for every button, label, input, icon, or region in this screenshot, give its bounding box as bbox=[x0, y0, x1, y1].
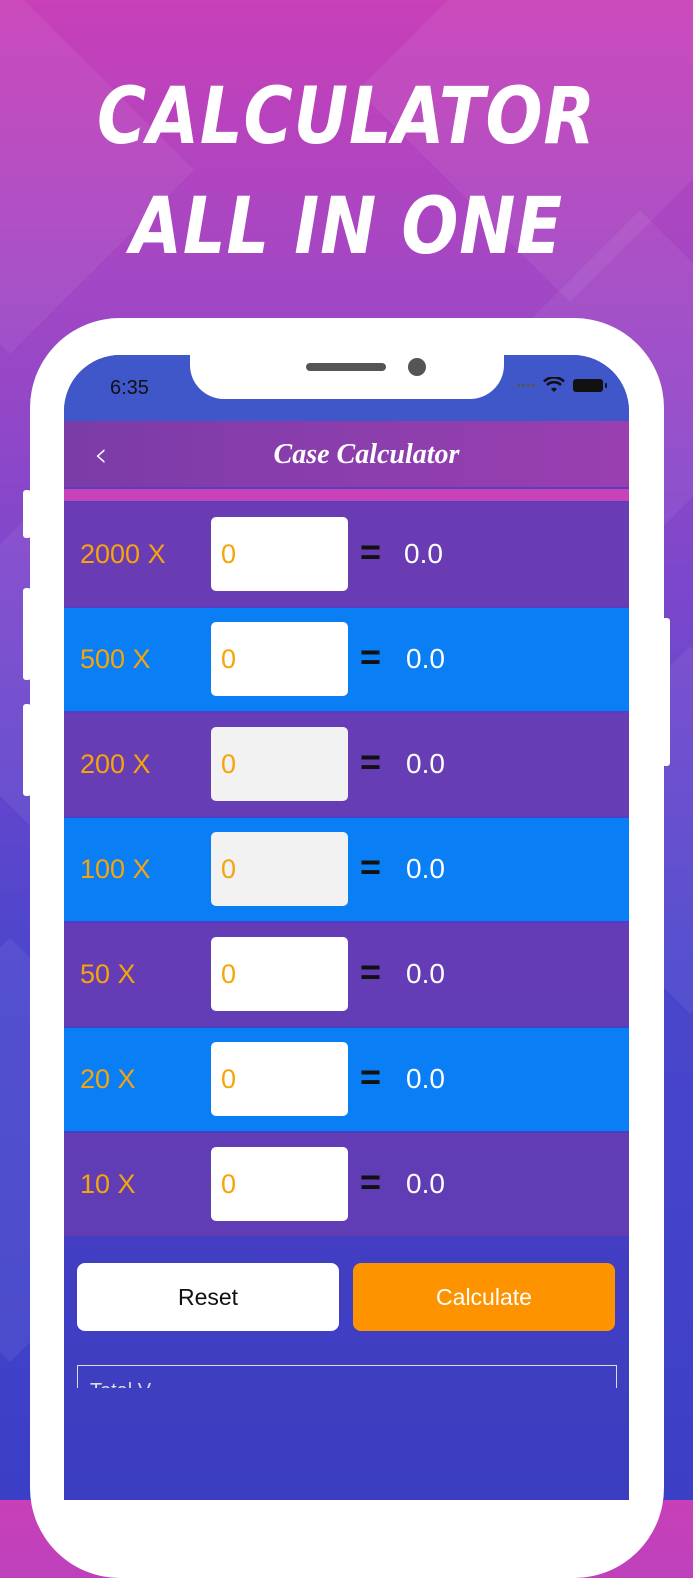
phone-side-button bbox=[23, 704, 31, 796]
total-value-box: Total V... bbox=[77, 1365, 617, 1388]
count-input[interactable]: 0 bbox=[211, 622, 348, 696]
row-result: 0.0 bbox=[406, 958, 445, 989]
count-input[interactable]: 0 bbox=[211, 1147, 348, 1221]
equals-sign: = bbox=[360, 951, 382, 992]
multiplier-label: 100 X bbox=[80, 854, 151, 884]
multiplier-label: 10 X bbox=[80, 1169, 136, 1199]
count-input[interactable]: 0 bbox=[211, 1042, 348, 1116]
row-result: 0.0 bbox=[404, 538, 443, 569]
front-camera bbox=[408, 358, 426, 376]
calculate-button[interactable]: Calculate bbox=[353, 1263, 615, 1331]
navigation-bar: ‹ Case Calculator bbox=[64, 421, 629, 487]
row-result: 0.0 bbox=[406, 853, 445, 884]
phone-notch bbox=[190, 355, 504, 399]
page-title: Case Calculator bbox=[273, 439, 460, 470]
total-label: Total V... bbox=[90, 1380, 166, 1388]
phone-screen: 6:35 ‹ Case Calculator 2000 X 0 = 0.0 50… bbox=[64, 355, 629, 1500]
row-result: 0.0 bbox=[406, 1168, 445, 1199]
phone-power-button bbox=[662, 618, 670, 766]
battery-icon bbox=[573, 378, 607, 392]
equals-sign: = bbox=[360, 1161, 382, 1202]
phone-side-button bbox=[23, 588, 31, 680]
equals-sign: = bbox=[360, 531, 382, 572]
multiplier-label: 200 X bbox=[80, 749, 151, 779]
wifi-icon bbox=[543, 377, 565, 392]
reset-button[interactable]: Reset bbox=[77, 1263, 339, 1331]
equals-sign: = bbox=[360, 741, 382, 782]
denomination-row: 2000 X 0 = 0.0 bbox=[64, 503, 629, 606]
denomination-row: 10 X 0 = 0.0 bbox=[64, 1133, 629, 1236]
count-input[interactable]: 0 bbox=[211, 937, 348, 1011]
denomination-row: 50 X 0 = 0.0 bbox=[64, 923, 629, 1026]
status-time: 6:35 bbox=[110, 377, 149, 399]
multiplier-label: 20 X bbox=[80, 1064, 136, 1094]
multiplier-label: 2000 X bbox=[80, 539, 166, 569]
denomination-row: 500 X 0 = 0.0 bbox=[64, 608, 629, 711]
promo-headline: CALCULATOR ALL IN ONE bbox=[49, 62, 645, 282]
denomination-row: 200 X 0 = 0.0 bbox=[64, 713, 629, 816]
status-icons bbox=[517, 377, 607, 393]
phone-side-button bbox=[23, 490, 31, 538]
header-divider bbox=[64, 489, 629, 501]
count-input[interactable]: 0 bbox=[211, 832, 348, 906]
signal-icon bbox=[517, 383, 535, 387]
denomination-list: 2000 X 0 = 0.0 500 X 0 = 0.0 200 X 0 = 0… bbox=[64, 503, 629, 1238]
row-result: 0.0 bbox=[406, 1063, 445, 1094]
count-input[interactable]: 0 bbox=[211, 517, 348, 591]
denomination-row: 20 X 0 = 0.0 bbox=[64, 1028, 629, 1131]
multiplier-label: 500 X bbox=[80, 644, 151, 674]
denomination-row: 100 X 0 = 0.0 bbox=[64, 818, 629, 921]
speaker-grille bbox=[306, 363, 386, 371]
row-result: 0.0 bbox=[406, 643, 445, 674]
equals-sign: = bbox=[360, 846, 382, 887]
headline-line-2: ALL IN ONE bbox=[130, 182, 563, 272]
headline-line-1: CALCULATOR bbox=[97, 72, 596, 162]
equals-sign: = bbox=[360, 1056, 382, 1097]
equals-sign: = bbox=[360, 636, 382, 677]
count-input[interactable]: 0 bbox=[211, 727, 348, 801]
multiplier-label: 50 X bbox=[80, 959, 136, 989]
row-result: 0.0 bbox=[406, 748, 445, 779]
